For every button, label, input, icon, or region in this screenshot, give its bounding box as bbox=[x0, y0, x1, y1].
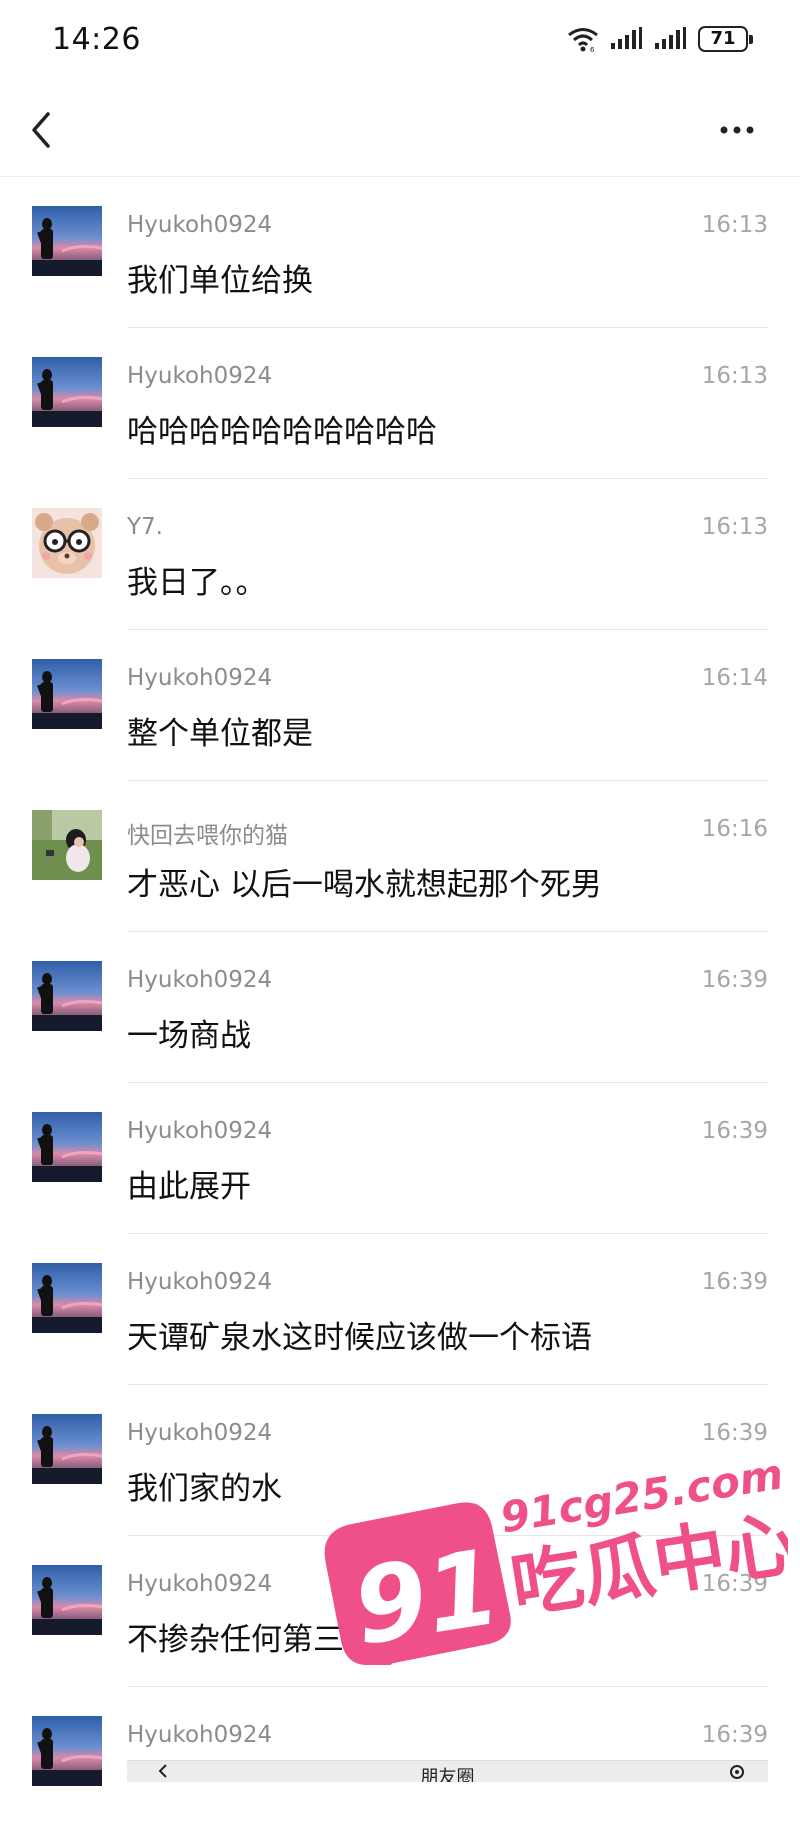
comment-item[interactable]: Hyukoh0924 16:39 由此展开 bbox=[0, 1083, 800, 1234]
comment-item[interactable]: Y7. 16:13 我日了。。 bbox=[0, 479, 800, 630]
sender-name[interactable]: 快回去喂你的猫 bbox=[127, 816, 288, 850]
comment-item[interactable]: Hyukoh0924 16:14 整个单位都是 bbox=[0, 630, 800, 781]
message-time: 16:39 bbox=[701, 1118, 768, 1144]
status-icons: 6 71 bbox=[566, 26, 753, 52]
message-text: 一场商战 bbox=[127, 1018, 251, 1054]
sender-name[interactable]: Hyukoh0924 bbox=[127, 1571, 272, 1597]
message-time: 16:39 bbox=[701, 1722, 768, 1748]
message-text: 我们家的水 bbox=[127, 1471, 282, 1507]
status-bar: 14:26 6 71 bbox=[0, 0, 800, 84]
message-time: 16:39 bbox=[701, 1420, 768, 1446]
wifi-icon: 6 bbox=[568, 28, 598, 52]
comment-item[interactable]: Hyukoh0924 16:39 天谭矿泉水这时候应该做一个标语 bbox=[0, 1234, 800, 1385]
comment-item[interactable]: Hyukoh0924 16:39 不掺杂任何第三者哦 bbox=[0, 1536, 800, 1687]
comment-item[interactable]: Hyukoh0924 16:13 哈哈哈哈哈哈哈哈哈哈 bbox=[0, 328, 800, 479]
signal-icon bbox=[611, 27, 642, 49]
avatar[interactable] bbox=[32, 1414, 102, 1484]
status-time: 14:26 bbox=[52, 22, 141, 57]
avatar[interactable] bbox=[32, 357, 102, 427]
avatar[interactable] bbox=[32, 810, 102, 880]
more-dots-icon[interactable] bbox=[712, 110, 762, 150]
sender-name[interactable]: Hyukoh0924 bbox=[127, 212, 272, 238]
message-time: 16:39 bbox=[701, 1269, 768, 1295]
comment-list: Hyukoh0924 16:13 我们单位给换 Hyukoh0924 16:13 哈哈哈哈… bbox=[0, 177, 800, 1838]
message-time: 16:39 bbox=[701, 1571, 768, 1597]
avatar[interactable] bbox=[32, 508, 102, 578]
message-text: 天谭矿泉水这时候应该做一个标语 bbox=[127, 1320, 592, 1356]
avatar[interactable] bbox=[32, 659, 102, 729]
message-time: 16:13 bbox=[701, 514, 768, 540]
message-text: 哈哈哈哈哈哈哈哈哈哈 bbox=[127, 414, 437, 450]
avatar[interactable] bbox=[32, 961, 102, 1031]
message-time: 16:13 bbox=[701, 212, 768, 238]
sender-name[interactable]: Hyukoh0924 bbox=[127, 1118, 272, 1144]
sender-name[interactable]: Y7. bbox=[127, 514, 163, 540]
chevron-left-icon[interactable] bbox=[157, 1764, 171, 1778]
sender-name[interactable]: Hyukoh0924 bbox=[127, 1722, 272, 1748]
comment-item[interactable]: 快回去喂你的猫 16:16 才恶心 以后一喝水就想起那个死男 bbox=[0, 781, 800, 932]
avatar[interactable] bbox=[32, 206, 102, 276]
sender-name[interactable]: Hyukoh0924 bbox=[127, 363, 272, 389]
message-text: 我们单位给换 bbox=[127, 263, 313, 299]
avatar[interactable] bbox=[32, 1716, 102, 1786]
message-time: 16:14 bbox=[701, 665, 768, 691]
signal-icon bbox=[655, 27, 686, 49]
comment-item[interactable]: Hyukoh0924 16:13 我们单位给换 bbox=[0, 177, 800, 328]
comment-item[interactable]: Hyukoh0924 16:39 我们家的水 bbox=[0, 1385, 800, 1536]
sender-name[interactable]: Hyukoh0924 bbox=[127, 1269, 272, 1295]
sender-name[interactable]: Hyukoh0924 bbox=[127, 967, 272, 993]
message-time: 16:39 bbox=[701, 967, 768, 993]
svg-text:6: 6 bbox=[590, 46, 595, 52]
sender-name[interactable]: Hyukoh0924 bbox=[127, 1420, 272, 1446]
message-text: 不掺杂任何第三者哦 bbox=[127, 1622, 406, 1658]
battery-icon: 71 bbox=[698, 26, 753, 52]
message-text: 由此展开 bbox=[127, 1169, 251, 1205]
comment-item[interactable]: Hyukoh0924 16:39 一场商战 bbox=[0, 932, 800, 1083]
avatar[interactable] bbox=[32, 1565, 102, 1635]
chevron-left-icon[interactable] bbox=[22, 104, 66, 156]
bottom-bar: 朋友圈 bbox=[127, 1760, 768, 1782]
message-time: 16:13 bbox=[701, 363, 768, 389]
gear-icon[interactable] bbox=[728, 1763, 746, 1781]
sender-name[interactable]: Hyukoh0924 bbox=[127, 665, 272, 691]
nav-bar bbox=[0, 84, 800, 177]
avatar[interactable] bbox=[32, 1112, 102, 1182]
message-time: 16:16 bbox=[701, 816, 768, 842]
message-text: 整个单位都是 bbox=[127, 716, 313, 752]
message-text: 才恶心 以后一喝水就想起那个死男 bbox=[127, 867, 602, 903]
message-text: 我日了。。 bbox=[127, 565, 267, 601]
avatar[interactable] bbox=[32, 1263, 102, 1333]
bottom-title: 朋友圈 bbox=[420, 1767, 475, 1782]
